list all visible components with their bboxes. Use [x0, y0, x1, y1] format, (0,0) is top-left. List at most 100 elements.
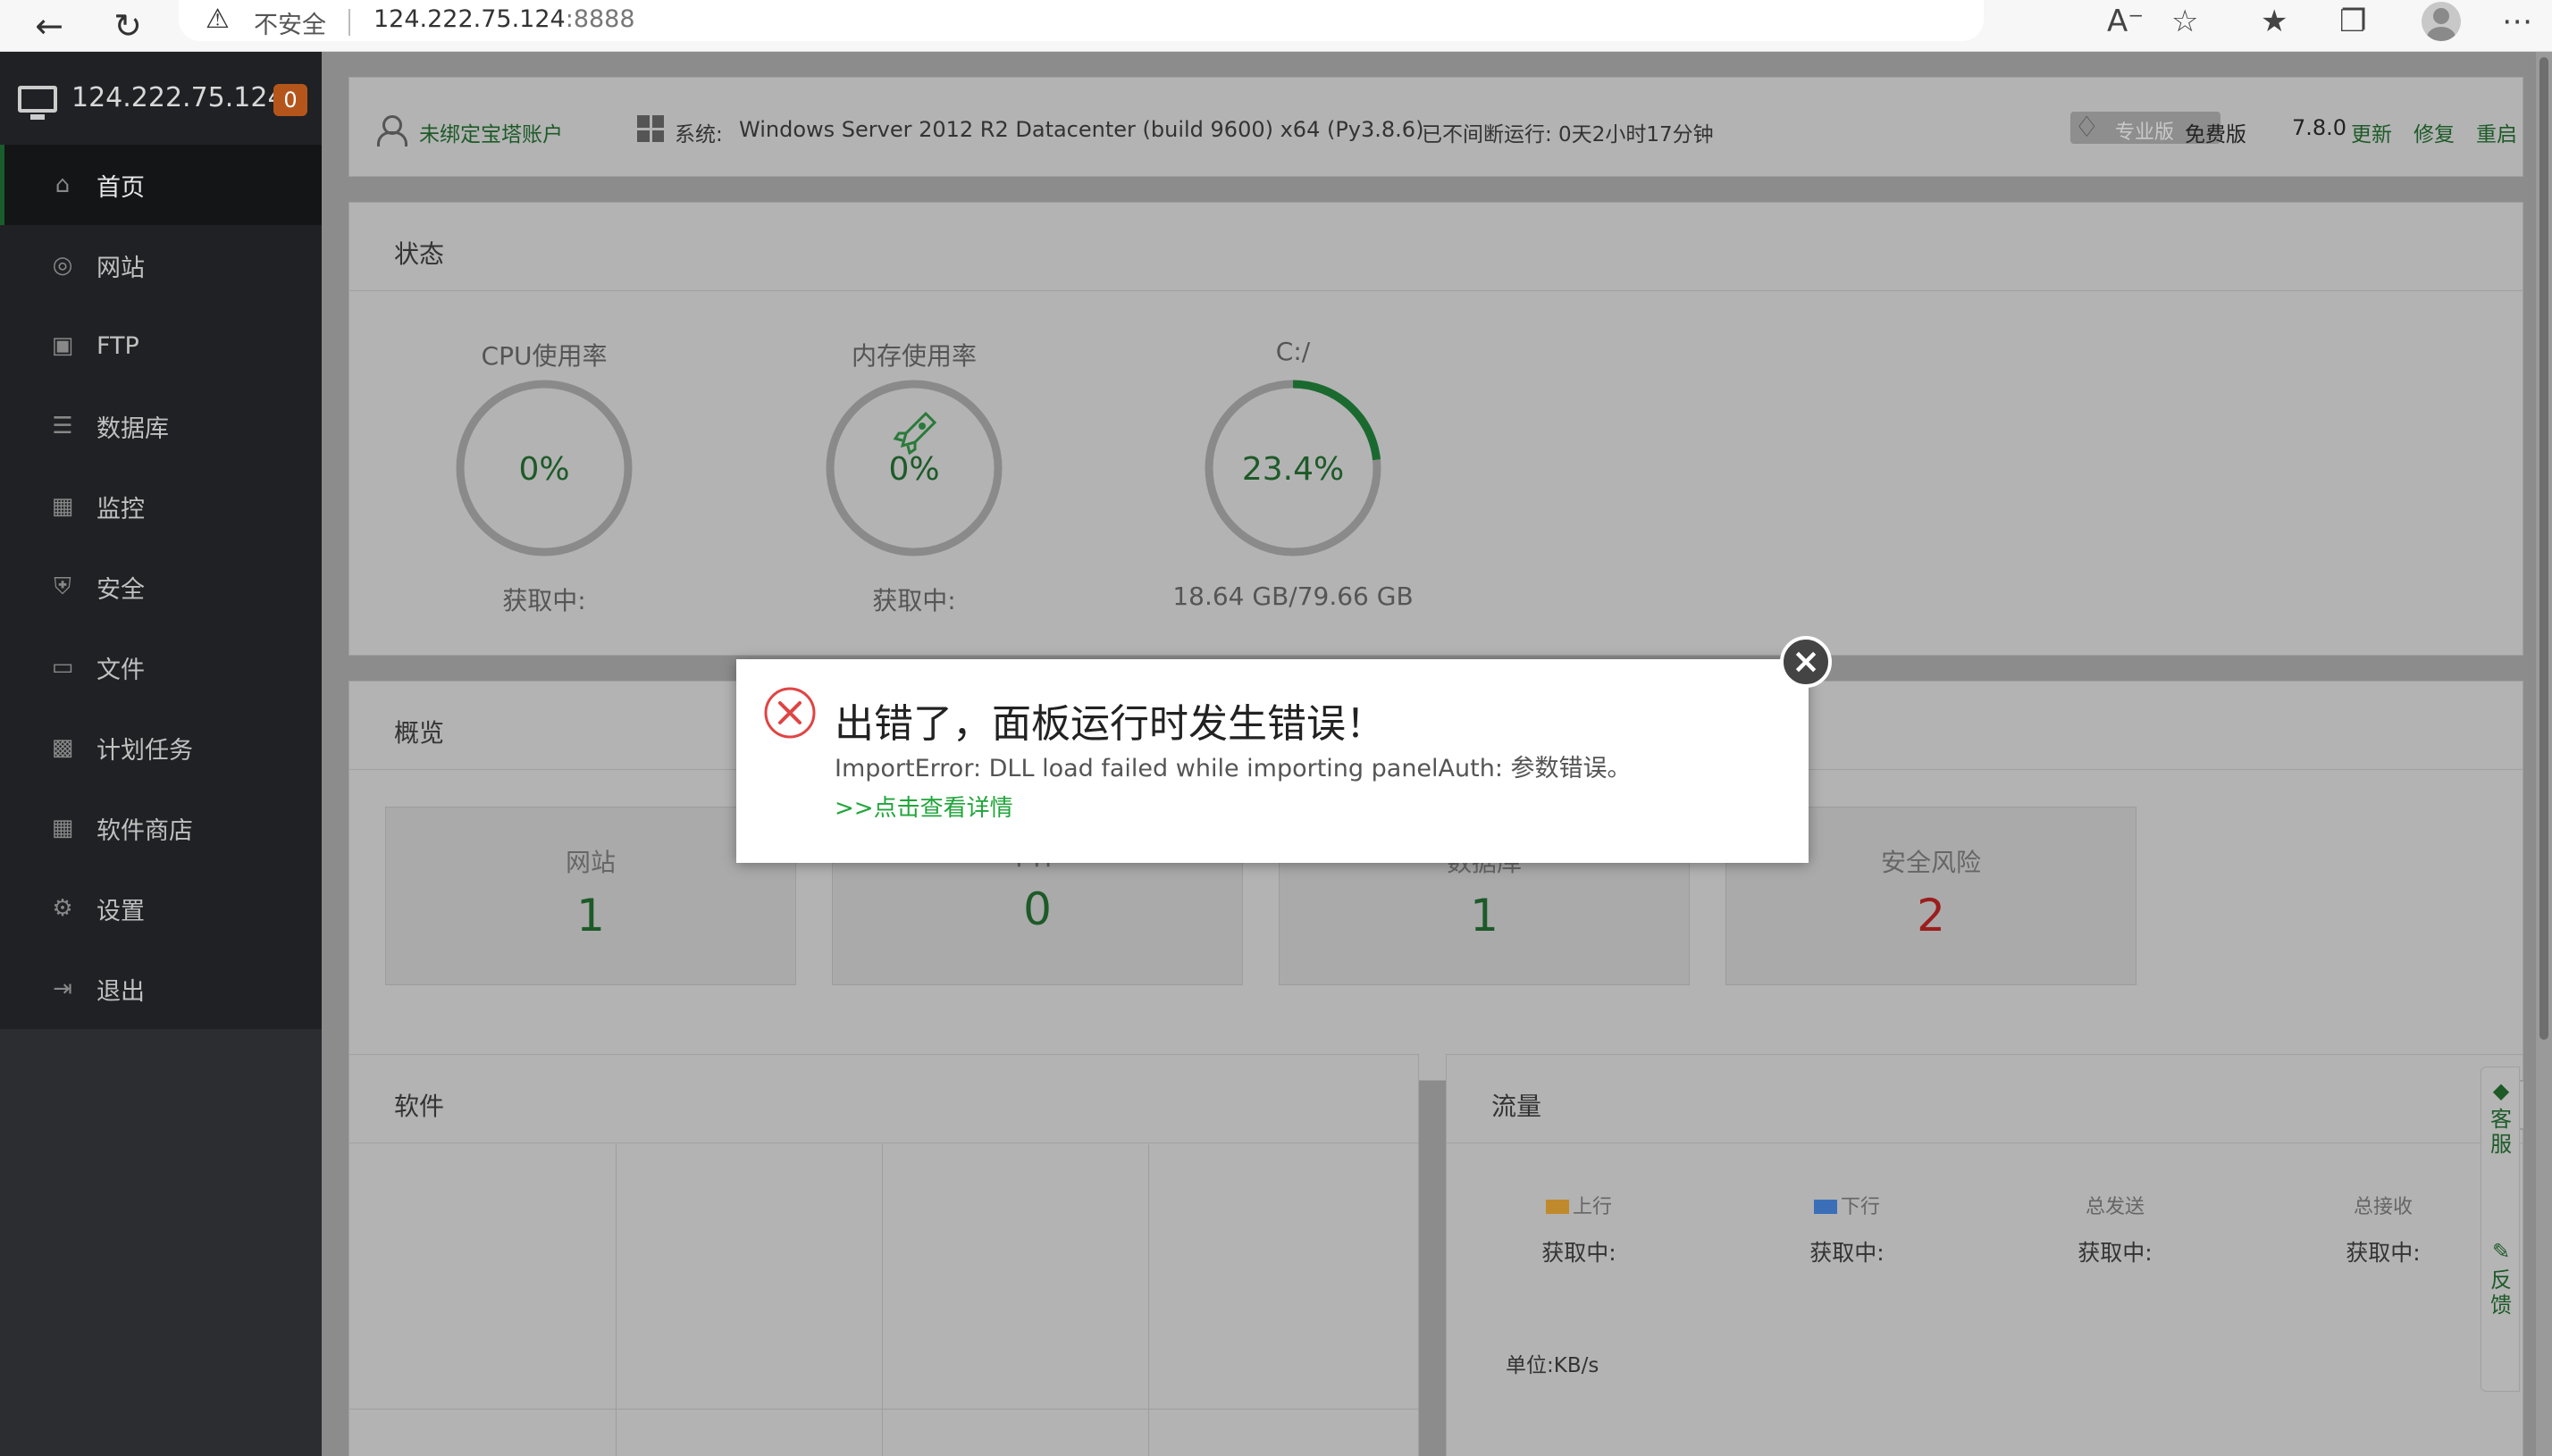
shield-icon: ⛨: [54, 573, 71, 600]
database-icon: ☰: [52, 413, 73, 439]
traffic-total-received: 总接收 获取中:: [2294, 1191, 2472, 1268]
page-scrollbar[interactable]: [2536, 52, 2552, 1456]
collections-icon[interactable]: ❐: [2339, 4, 2366, 39]
notification-badge[interactable]: 0: [273, 84, 307, 116]
sidebar-item-home[interactable]: ⌂ 首页: [0, 145, 322, 225]
repair-link[interactable]: 修复: [2413, 117, 2455, 147]
folder-icon: ▭: [51, 654, 74, 681]
sidebar-item-security[interactable]: ⛨ 安全: [0, 547, 322, 627]
traffic-unit: 单位:KB/s: [1506, 1354, 1599, 1377]
profile-avatar[interactable]: [2422, 2, 2461, 41]
disk-gauge-ring: 23.4%: [1205, 380, 1381, 556]
url-text[interactable]: 124.222.75.124:8888: [374, 5, 635, 33]
restart-link[interactable]: 重启: [2476, 117, 2517, 147]
sidebar-footer: [0, 1029, 322, 1456]
traffic-value: 获取中:: [1809, 1240, 1885, 1266]
server-ip: 124.222.75.124: [71, 82, 285, 113]
warning-icon: ⚠: [206, 4, 230, 35]
ftp-icon: ▣: [51, 332, 74, 359]
sidebar-item-label: 退出: [97, 977, 145, 1006]
software-grid-line: [349, 1409, 1418, 1410]
monitor-icon: ▦: [51, 493, 74, 520]
read-aloud-icon[interactable]: A⁻: [2107, 4, 2144, 39]
sidebar-item-settings[interactable]: ⚙ 设置: [0, 868, 322, 949]
sidebar-item-website[interactable]: ◎ 网站: [0, 225, 322, 305]
browser-toolbar: ← ↻ ⚠ 不安全 124.222.75.124:8888 A⁻ ☆ ★ ❐ ⋯: [0, 0, 2552, 52]
user-icon: [376, 115, 407, 146]
pro-edition-label: 专业版: [2115, 121, 2175, 144]
gauge-label: CPU使用率: [481, 341, 608, 371]
traffic-label: 总发送: [2085, 1196, 2145, 1218]
add-favorite-icon[interactable]: ☆: [2171, 4, 2198, 39]
traffic-divider: [1447, 1142, 2523, 1143]
sidebar-item-ftp[interactable]: ▣ FTP: [0, 305, 322, 386]
sidebar-item-label: 设置: [97, 897, 145, 925]
logout-icon: ⇥: [53, 975, 72, 1002]
error-title: 出错了，面板运行时发生错误！: [835, 701, 1385, 747]
traffic-title: 流量: [1491, 1092, 1542, 1121]
version-text: 7.8.0: [2292, 115, 2347, 140]
gauge-sub: 获取中:: [502, 586, 586, 615]
traffic-total-sent: 总发送 获取中:: [2026, 1191, 2204, 1268]
error-details-link[interactable]: >>点击查看详情: [835, 790, 1013, 823]
gauge-value: 0%: [888, 451, 939, 488]
bind-account-link[interactable]: 未绑定宝塔账户: [419, 117, 563, 147]
status-panel: 状态 CPU使用率 0% 获取中: 内存使用率 0% 获取中: C:/ 23.4…: [348, 202, 2523, 656]
status-title: 状态: [394, 239, 445, 269]
system-label: 系统:: [675, 123, 723, 146]
memory-gauge[interactable]: 内存使用率 0% 获取中:: [789, 337, 1039, 632]
cpu-gauge[interactable]: CPU使用率 0% 获取中:: [419, 337, 669, 632]
gauge-label: 内存使用率: [851, 341, 977, 371]
upload-swatch: [1545, 1200, 1569, 1214]
overview-value: 0: [1023, 883, 1052, 935]
sidebar-item-files[interactable]: ▭ 文件: [0, 627, 322, 707]
windows-icon: [637, 115, 664, 142]
error-icon: [764, 687, 816, 739]
gauge-sub: 18.64 GB/79.66 GB: [1172, 582, 1414, 611]
close-dialog-button[interactable]: ×: [1780, 636, 1832, 688]
sidebar-item-label: 监控: [97, 495, 145, 523]
sidebar-menu: ⌂ 首页 ◎ 网站 ▣ FTP ☰ 数据库 ▦ 监控 ⛨ 安全 ▭ 文件 ▩ 计…: [0, 145, 322, 1029]
disk-gauge[interactable]: C:/ 23.4% 18.64 GB/79.66 GB: [1159, 337, 1427, 632]
customer-service-button[interactable]: ◆ 客服: [2481, 1078, 2521, 1157]
sidebar-item-monitor[interactable]: ▦ 监控: [0, 466, 322, 547]
sidebar-item-store[interactable]: ▦ 软件商店: [0, 788, 322, 868]
address-divider: [348, 9, 350, 36]
address-bar[interactable]: ⚠ 不安全 124.222.75.124:8888: [179, 0, 1984, 41]
traffic-label: 总接收: [2353, 1196, 2413, 1218]
favorites-icon[interactable]: ★: [2261, 4, 2288, 39]
more-icon[interactable]: ⋯: [2502, 4, 2532, 39]
sidebar-item-cron[interactable]: ▩ 计划任务: [0, 707, 322, 788]
sidebar-item-database[interactable]: ☰ 数据库: [0, 386, 322, 466]
update-link[interactable]: 更新: [2351, 117, 2392, 147]
scrollbar-thumb[interactable]: [2539, 57, 2548, 1040]
software-title: 软件: [394, 1092, 445, 1121]
reload-icon[interactable]: ↻: [105, 4, 150, 48]
sidebar-item-label: 数据库: [97, 414, 169, 443]
error-dialog: 出错了，面板运行时发生错误！ ImportError: DLL load fai…: [736, 659, 1809, 863]
gauge-value: 23.4%: [1242, 451, 1344, 488]
computer-icon: [18, 86, 57, 120]
top-info-bar: 未绑定宝塔账户 系统: Windows Server 2012 R2 Datac…: [348, 77, 2523, 177]
error-message: ImportError: DLL load failed while impor…: [835, 755, 1632, 782]
sidebar-item-label: 网站: [97, 254, 145, 282]
gauge-value: 0%: [518, 451, 569, 488]
memory-gauge-ring: 0%: [826, 380, 1003, 556]
overview-card-website[interactable]: 网站 1: [385, 807, 796, 985]
rocket-icon[interactable]: [893, 411, 937, 456]
back-icon[interactable]: ←: [27, 4, 71, 48]
sidebar: 124.222.75.124 0 ⌂ 首页 ◎ 网站 ▣ FTP ☰ 数据库 ▦: [0, 52, 322, 1456]
sidebar-item-logout[interactable]: ⇥ 退出: [0, 949, 322, 1029]
side-float-bar: ◆ 客服 ✎ 反馈: [2481, 1067, 2520, 1392]
traffic-value: 获取中:: [2346, 1240, 2421, 1266]
download-swatch: [1813, 1200, 1837, 1214]
traffic-download: 下行 获取中:: [1758, 1191, 1936, 1268]
sidebar-header: 124.222.75.124 0: [0, 52, 322, 141]
overview-title: 概览: [394, 718, 445, 748]
gauge-label: C:/: [1275, 337, 1311, 366]
traffic-label: 下行: [1840, 1196, 1880, 1218]
calendar-icon: ▩: [51, 734, 74, 761]
diamond-icon: ♢: [2074, 110, 2100, 144]
feedback-button[interactable]: ✎ 反馈: [2481, 1239, 2521, 1318]
gauge-sub: 获取中:: [872, 586, 956, 615]
